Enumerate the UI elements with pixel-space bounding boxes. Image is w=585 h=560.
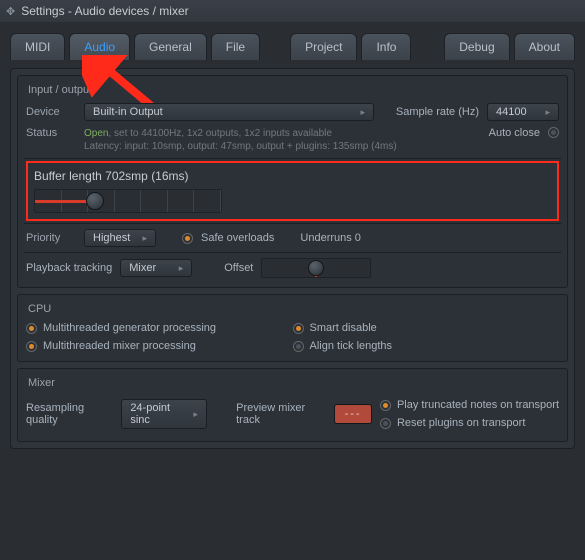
cpu-opt4-radio[interactable]: [293, 341, 304, 352]
status-text: Open, set to 44100Hz, 1x2 outputs, 1x2 i…: [84, 127, 397, 153]
cpu-opt2-label: Multithreaded mixer processing: [43, 340, 196, 352]
cpu-opt3-radio[interactable]: [293, 323, 304, 334]
move-icon: ✥: [6, 5, 15, 18]
playback-tracking-label: Playback tracking: [26, 262, 112, 274]
mixer-opt1-radio[interactable]: [380, 400, 391, 411]
cpu-opt1-label: Multithreaded generator processing: [43, 322, 216, 334]
chevron-down-icon: ▸: [134, 233, 147, 244]
group-mixer: Mixer Resampling quality 24-point sinc ▸…: [17, 368, 568, 442]
tab-bar: MIDI Audio General File Project Info Deb…: [0, 22, 585, 60]
tab-midi[interactable]: MIDI: [10, 33, 65, 60]
sample-rate-value: 44100: [496, 106, 527, 118]
tab-project[interactable]: Project: [290, 33, 357, 60]
playback-tracking-combo[interactable]: Mixer ▸: [120, 259, 192, 277]
tab-audio[interactable]: Audio: [69, 33, 130, 60]
buffer-highlight: Buffer length 702smp (16ms): [26, 161, 559, 221]
mixer-opt2-radio[interactable]: [380, 418, 391, 429]
preview-mixer-button[interactable]: ---: [334, 404, 372, 424]
resampling-label: Resampling quality: [26, 402, 113, 426]
group-cpu: CPU Multithreaded generator processing M…: [17, 294, 568, 362]
titlebar[interactable]: ✥ Settings - Audio devices / mixer: [0, 0, 585, 22]
cpu-opt1-radio[interactable]: [26, 323, 37, 334]
device-label: Device: [26, 106, 76, 118]
offset-label: Offset: [224, 262, 253, 274]
resampling-combo[interactable]: 24-point sinc ▸: [121, 399, 207, 429]
window-title: Settings - Audio devices / mixer: [21, 4, 188, 18]
playback-tracking-value: Mixer: [129, 262, 156, 274]
sample-rate-label: Sample rate (Hz): [396, 106, 479, 118]
buffer-length-label: Buffer length 702smp (16ms): [34, 167, 551, 189]
chevron-down-icon: ▸: [185, 409, 198, 420]
auto-close-label: Auto close: [489, 127, 540, 139]
group-title-cpu: CPU: [26, 301, 559, 319]
safe-overloads-label: Safe overloads: [201, 232, 274, 244]
cpu-opt2-radio[interactable]: [26, 341, 37, 352]
tab-general[interactable]: General: [134, 33, 207, 60]
device-value: Built-in Output: [93, 106, 163, 118]
settings-panel: Input / output Device Built-in Output ▸ …: [10, 68, 575, 449]
device-combo[interactable]: Built-in Output ▸: [84, 103, 374, 121]
chevron-down-icon: ▸: [171, 263, 184, 274]
sample-rate-combo[interactable]: 44100 ▸: [487, 103, 559, 121]
chevron-down-icon: ▸: [352, 107, 365, 118]
priority-label: Priority: [26, 232, 76, 244]
group-title-mixer: Mixer: [26, 375, 559, 393]
mixer-opt2-label: Reset plugins on transport: [397, 417, 525, 429]
cpu-opt4-label: Align tick lengths: [310, 340, 393, 352]
resampling-value: 24-point sinc: [130, 402, 185, 426]
group-io: Input / output Device Built-in Output ▸ …: [17, 75, 568, 288]
preview-mixer-label: Preview mixer track: [236, 402, 326, 426]
group-title-io: Input / output: [26, 82, 559, 100]
buffer-length-slider[interactable]: [34, 189, 222, 213]
tab-about[interactable]: About: [514, 33, 575, 60]
offset-slider[interactable]: [261, 258, 371, 278]
auto-close-radio[interactable]: [548, 127, 559, 138]
priority-value: Highest: [93, 232, 130, 244]
status-label: Status: [26, 127, 76, 139]
priority-combo[interactable]: Highest ▸: [84, 229, 156, 247]
safe-overloads-radio[interactable]: [182, 233, 193, 244]
cpu-opt3-label: Smart disable: [310, 322, 377, 334]
underruns-label: Underruns 0: [300, 232, 361, 244]
chevron-down-icon: ▸: [537, 107, 550, 118]
mixer-opt1-label: Play truncated notes on transport: [397, 399, 559, 411]
tab-file[interactable]: File: [211, 33, 260, 60]
tab-debug[interactable]: Debug: [444, 33, 509, 60]
tab-info[interactable]: Info: [361, 33, 411, 60]
